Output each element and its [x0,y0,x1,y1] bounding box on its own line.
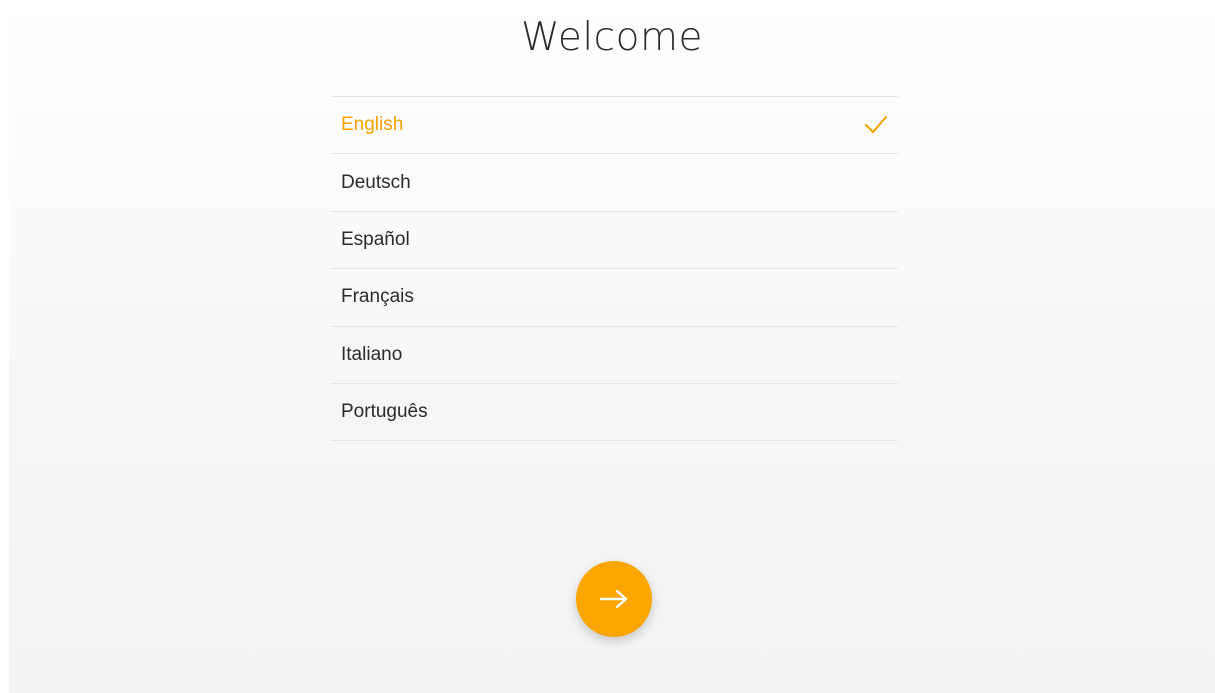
language-item-espanol[interactable]: Español [331,212,898,270]
language-label: English [341,114,404,136]
arrow-right-icon [599,589,628,609]
language-label: Português [341,401,428,423]
language-label: Français [341,286,414,308]
language-item-italiano[interactable]: Italiano [331,327,898,384]
language-label: Italiano [341,343,403,365]
language-item-francais[interactable]: Français [331,269,898,327]
language-label: Español [341,228,410,250]
check-icon [865,116,887,134]
language-item-english[interactable]: English [331,97,898,155]
language-label: Deutsch [341,171,411,193]
next-button[interactable] [576,561,652,637]
page-title: Welcome [521,15,703,60]
language-list: English Deutsch Español Français Italian… [331,96,898,442]
language-item-deutsch[interactable]: Deutsch [331,154,898,212]
welcome-screen: Welcome English Deutsch Español Français… [9,0,1215,693]
language-item-portugues[interactable]: Português [331,384,898,442]
